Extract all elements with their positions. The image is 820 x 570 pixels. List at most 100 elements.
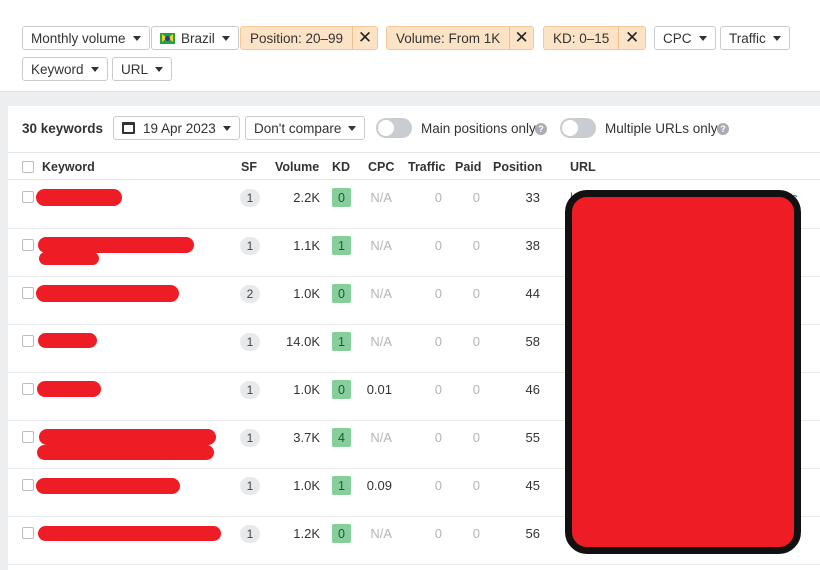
col-kd[interactable]: KD <box>332 160 350 174</box>
traffic-value: 0 <box>434 382 442 397</box>
traffic-value: 0 <box>434 526 442 541</box>
col-position[interactable]: Position <box>493 160 542 174</box>
kd-value: 0 <box>332 380 351 399</box>
col-traffic[interactable]: Traffic <box>408 160 446 174</box>
row-checkbox[interactable] <box>22 431 34 443</box>
sf-count[interactable]: 2 <box>240 285 260 303</box>
col-cpc[interactable]: CPC <box>368 160 394 174</box>
col-volume[interactable]: Volume <box>275 160 319 174</box>
sf-count[interactable]: 1 <box>240 381 260 399</box>
traffic-value: 0 <box>434 286 442 301</box>
row-checkbox[interactable] <box>22 335 34 347</box>
traffic-dropdown[interactable]: Traffic <box>720 26 790 50</box>
col-paid[interactable]: Paid <box>455 160 481 174</box>
redacted-keyword <box>38 333 97 348</box>
keyword-label: Keyword <box>31 61 84 77</box>
main-positions-label: Main positions only <box>421 121 536 136</box>
cpc-value: N/A <box>370 526 392 541</box>
sf-count[interactable]: 1 <box>240 333 260 351</box>
kd-value: 0 <box>332 284 351 303</box>
col-url[interactable]: URL <box>570 160 596 174</box>
filter-bar: Monthly volume Brazil Position: 20–99 ✕ … <box>0 0 820 92</box>
keyword-dropdown[interactable]: Keyword <box>22 57 108 81</box>
help-icon[interactable]: ? <box>535 123 547 135</box>
traffic-value: 0 <box>434 238 442 253</box>
col-sf[interactable]: SF <box>241 160 257 174</box>
row-checkbox[interactable] <box>22 239 34 251</box>
position-value: 45 <box>525 478 540 493</box>
row-checkbox[interactable] <box>22 479 34 491</box>
paid-value: 0 <box>472 382 480 397</box>
row-checkbox[interactable] <box>22 287 34 299</box>
kd-value: 1 <box>332 476 351 495</box>
select-all-checkbox[interactable] <box>22 161 34 173</box>
redacted-keyword <box>36 285 179 302</box>
position-value: 46 <box>525 382 540 397</box>
url-dropdown[interactable]: URL <box>112 57 173 81</box>
kd-value: 4 <box>332 428 351 447</box>
paid-value: 0 <box>472 238 480 253</box>
clear-kd-filter-icon[interactable]: ✕ <box>618 27 645 49</box>
kd-filter[interactable]: KD: 0–15 ✕ <box>543 26 646 50</box>
position-filter-label: Position: 20–99 <box>250 30 344 46</box>
position-value: 56 <box>525 526 540 541</box>
keyword-count: 30 keywords <box>22 121 104 136</box>
clear-position-filter-icon[interactable]: ✕ <box>352 27 377 49</box>
col-keyword[interactable]: Keyword <box>42 160 95 174</box>
paid-value: 0 <box>472 526 480 541</box>
volume-value: 1.2K <box>293 526 320 541</box>
sf-count[interactable]: 1 <box>240 429 260 447</box>
sf-count[interactable]: 1 <box>240 237 260 255</box>
chevron-down-icon <box>698 35 707 41</box>
cpc-value: N/A <box>370 334 392 349</box>
sf-count[interactable]: 1 <box>240 189 260 207</box>
volume-value: 1.0K <box>293 286 320 301</box>
traffic-label: Traffic <box>729 30 766 46</box>
position-value: 33 <box>525 190 540 205</box>
kd-value: 1 <box>332 332 351 351</box>
row-checkbox[interactable] <box>22 191 34 203</box>
position-filter[interactable]: Position: 20–99 ✕ <box>240 26 378 50</box>
cpc-dropdown[interactable]: CPC <box>654 26 716 50</box>
multiple-urls-toggle[interactable] <box>560 118 596 138</box>
help-icon[interactable]: ? <box>717 123 729 135</box>
compare-dropdown[interactable]: Don't compare <box>245 116 366 140</box>
volume-value: 1.0K <box>293 478 320 493</box>
redacted-keyword <box>39 252 99 265</box>
volume-value: 3.7K <box>293 430 320 445</box>
row-checkbox[interactable] <box>22 527 34 539</box>
paid-value: 0 <box>472 286 480 301</box>
kd-filter-label: KD: 0–15 <box>553 30 610 46</box>
chevron-down-icon <box>222 125 231 131</box>
country-dropdown[interactable]: Brazil <box>151 26 239 50</box>
traffic-value: 0 <box>434 430 442 445</box>
main-positions-toggle[interactable] <box>376 118 412 138</box>
monthly-volume-label: Monthly volume <box>31 30 126 46</box>
clear-volume-filter-icon[interactable]: ✕ <box>509 27 533 49</box>
volume-value: 1.1K <box>293 238 320 253</box>
cpc-value: N/A <box>370 286 392 301</box>
brazil-flag-icon <box>160 32 175 44</box>
volume-filter-label: Volume: From 1K <box>396 30 501 46</box>
sf-count[interactable]: 1 <box>240 477 260 495</box>
chevron-down-icon <box>132 35 141 41</box>
paid-value: 0 <box>472 430 480 445</box>
position-value: 38 <box>525 238 540 253</box>
row-checkbox[interactable] <box>22 383 34 395</box>
redacted-keyword <box>37 381 101 397</box>
redacted-keyword <box>38 526 221 541</box>
sf-count[interactable]: 1 <box>240 525 260 543</box>
results-toolbar: 30 keywords 19 Apr 2023 Don't compare Ma… <box>8 106 820 152</box>
cpc-label: CPC <box>663 30 692 46</box>
redacted-keyword <box>38 237 194 253</box>
date-picker[interactable]: 19 Apr 2023 <box>113 116 240 140</box>
redacted-keyword <box>36 478 180 494</box>
volume-filter[interactable]: Volume: From 1K ✕ <box>386 26 534 50</box>
kd-value: 0 <box>332 188 351 207</box>
cpc-value: N/A <box>370 190 392 205</box>
position-value: 44 <box>525 286 540 301</box>
chevron-down-icon <box>221 35 230 41</box>
monthly-volume-dropdown[interactable]: Monthly volume <box>22 26 150 50</box>
position-value: 55 <box>525 430 540 445</box>
volume-value: 2.2K <box>293 190 320 205</box>
